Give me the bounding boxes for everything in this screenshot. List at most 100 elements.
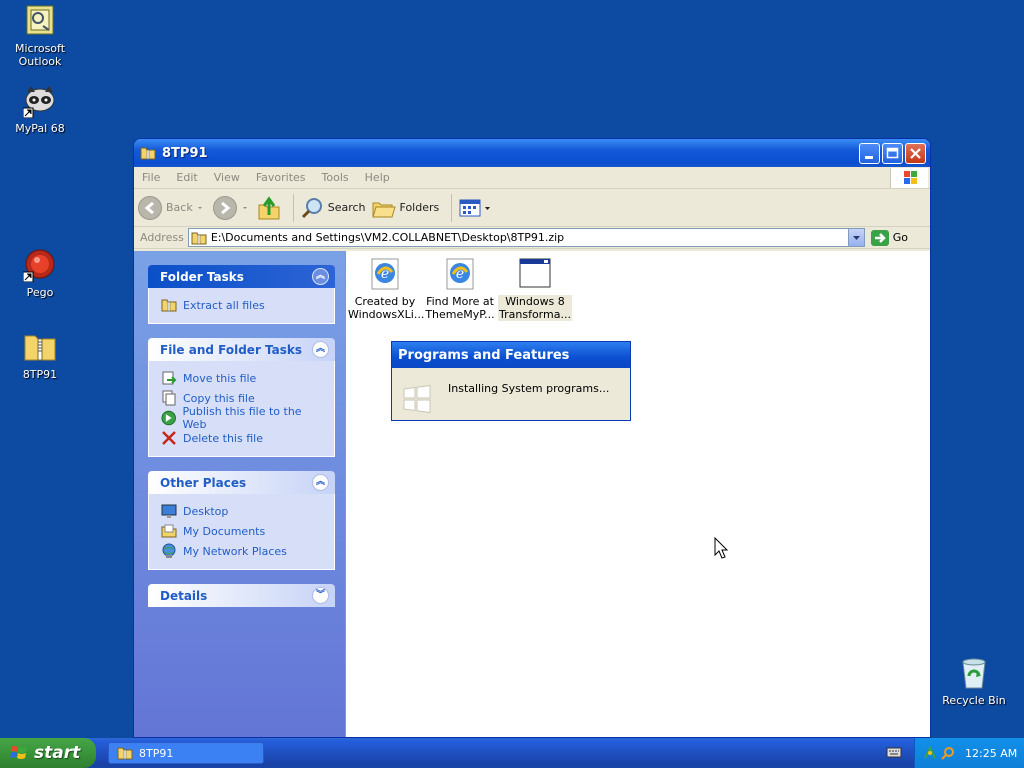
- menu-help[interactable]: Help: [363, 171, 392, 184]
- close-button[interactable]: [905, 142, 926, 164]
- move-file-link[interactable]: Move this file: [161, 368, 324, 388]
- menu-tools[interactable]: Tools: [320, 171, 351, 184]
- delete-file-link[interactable]: Delete this file: [161, 428, 324, 448]
- folders-button[interactable]: Folders: [371, 197, 439, 219]
- desktop-icon-recycle-bin[interactable]: Recycle Bin: [934, 656, 1014, 707]
- delete-icon: [162, 431, 176, 445]
- search-button[interactable]: Search: [300, 196, 366, 220]
- expand-icon[interactable]: ︾: [312, 587, 329, 604]
- link-label: Extract all files: [183, 298, 265, 312]
- taskbar-item-label: 8TP91: [139, 746, 174, 760]
- link-label: My Network Places: [183, 544, 287, 558]
- file-and-folder-tasks-header[interactable]: File and Folder Tasks ︽: [148, 338, 335, 361]
- panel-body: Extract all files: [148, 288, 335, 324]
- desktop-icon-label: MyPal 68: [15, 122, 65, 135]
- link-label: Delete this file: [183, 431, 263, 445]
- link-label: Move this file: [183, 371, 257, 385]
- desktop-icon-label: 8TP91: [22, 368, 58, 381]
- network-tray-icon[interactable]: [923, 746, 937, 760]
- collapse-icon[interactable]: ︽: [312, 268, 329, 285]
- up-folder-icon: [258, 195, 280, 219]
- mouse-cursor-icon: [714, 537, 729, 559]
- menu-view[interactable]: View: [212, 171, 242, 184]
- network-places-icon: [162, 543, 176, 558]
- desktop-icon-pego[interactable]: Pego: [0, 248, 80, 299]
- address-bar: Address E:\Documents and Settings\VM2.CO…: [134, 227, 930, 249]
- file-item[interactable]: e Find More at ThemeMyP...: [423, 257, 497, 321]
- dialog-title: Programs and Features: [392, 342, 630, 368]
- desktop-icon-mypal[interactable]: MyPal 68: [0, 84, 80, 135]
- file-name: Created by: [354, 295, 416, 308]
- windows-logo-icon: [10, 746, 27, 759]
- clock[interactable]: 12:25 AM: [965, 747, 1017, 760]
- other-places-header[interactable]: Other Places ︽: [148, 471, 335, 494]
- menu-edit[interactable]: Edit: [174, 171, 199, 184]
- file-item-selected[interactable]: Windows 8 Transforma...: [498, 257, 572, 321]
- window-titlebar[interactable]: 8TP91: [134, 139, 930, 167]
- keyboard-icon[interactable]: [886, 745, 902, 759]
- start-button[interactable]: start: [0, 738, 96, 768]
- dialog-message: Installing System programs...: [448, 381, 610, 395]
- forward-button[interactable]: [212, 195, 251, 220]
- back-label: Back: [166, 201, 193, 214]
- file-item[interactable]: e Created by WindowsXLi...: [348, 257, 425, 321]
- windows-logo-icon: [890, 168, 928, 188]
- search-icon: [301, 197, 322, 218]
- svg-text:e: e: [456, 266, 464, 282]
- windows-logo-icon: [402, 384, 432, 414]
- file-view: e Created by WindowsXLi... e Find More a…: [345, 251, 930, 737]
- dialog-body: Installing System programs...: [392, 368, 630, 422]
- link-label: Publish this file to the Web: [182, 405, 302, 431]
- toolbar-separator: [292, 193, 294, 222]
- search-label: Search: [327, 201, 366, 214]
- close-icon: [910, 147, 921, 159]
- file-name: WindowsXLi...: [348, 308, 425, 321]
- publish-file-link[interactable]: Publish this file to the Web: [161, 405, 324, 431]
- details-header[interactable]: Details ︾: [148, 584, 335, 607]
- go-button[interactable]: Go: [865, 229, 930, 246]
- views-button[interactable]: [458, 197, 492, 219]
- taskbar-item-8tp91[interactable]: 8TP91: [108, 742, 264, 764]
- minimize-button[interactable]: [859, 142, 880, 164]
- up-folder-button[interactable]: [257, 195, 281, 221]
- address-field[interactable]: E:\Documents and Settings\VM2.COLLABNET\…: [187, 228, 865, 247]
- my-network-places-link[interactable]: My Network Places: [161, 541, 324, 561]
- details-panel: Details ︾: [148, 584, 335, 607]
- zip-folder-icon: [140, 147, 156, 160]
- my-documents-icon: [161, 524, 177, 538]
- forward-arrow-icon: [212, 195, 237, 220]
- address-dropdown-button[interactable]: [847, 229, 864, 246]
- views-icon: [459, 199, 481, 216]
- copy-icon: [162, 390, 176, 406]
- toolbar-separator: [451, 193, 453, 222]
- explorer-window: 8TP91 File Edit View Favorites Tools Hel…: [133, 138, 931, 738]
- desktop-link[interactable]: Desktop: [161, 501, 324, 521]
- maximize-icon: [886, 147, 899, 158]
- svg-text:e: e: [381, 266, 389, 282]
- toolbar: Back Search Folders: [134, 189, 930, 227]
- my-documents-link[interactable]: My Documents: [161, 521, 324, 541]
- move-icon: [162, 371, 177, 385]
- maximize-button[interactable]: [882, 142, 903, 164]
- taskbar: start 8TP91 12:25 AM: [0, 738, 1024, 768]
- internet-shortcut-icon: e: [368, 257, 402, 291]
- panel-title: Details: [160, 588, 208, 603]
- minimize-icon: [865, 155, 873, 159]
- back-button[interactable]: Back: [138, 195, 207, 220]
- menu-file[interactable]: File: [140, 171, 162, 184]
- collapse-icon[interactable]: ︽: [312, 474, 329, 491]
- folder-tasks-header[interactable]: Folder Tasks ︽: [148, 265, 335, 288]
- desktop-icon-8tp91[interactable]: 8TP91: [0, 330, 80, 381]
- desktop-icon-label: Outlook: [18, 55, 62, 68]
- panel-body: Desktop My Documents My Network Places: [148, 494, 335, 570]
- panel-title: File and Folder Tasks: [160, 342, 303, 357]
- collapse-icon[interactable]: ︽: [312, 341, 329, 358]
- extract-all-files-link[interactable]: Extract all files: [161, 295, 324, 315]
- menu-favorites[interactable]: Favorites: [254, 171, 308, 184]
- chevron-down-icon: [197, 206, 202, 209]
- start-label: start: [34, 743, 81, 763]
- internet-shortcut-icon: e: [443, 257, 477, 291]
- search-tray-icon[interactable]: [941, 746, 955, 760]
- window-title: 8TP91: [162, 145, 208, 161]
- desktop-icon-outlook[interactable]: Microsoft Outlook: [0, 4, 80, 68]
